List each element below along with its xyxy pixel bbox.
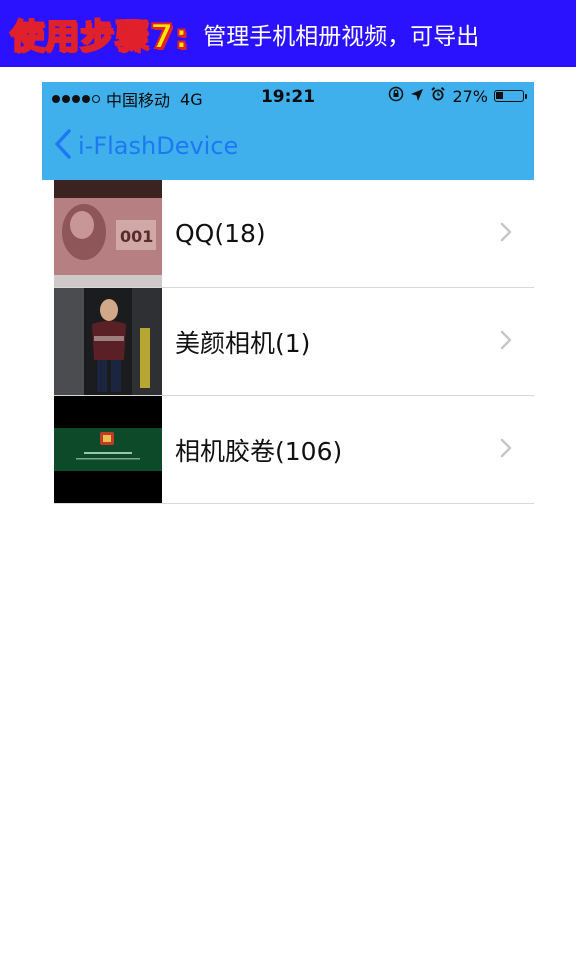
album-title: QQ(18) bbox=[175, 219, 266, 248]
battery-percent: 27% bbox=[452, 86, 488, 106]
album-row-camera-roll[interactable]: 相机胶卷(106) bbox=[54, 396, 534, 504]
album-title: 相机胶卷(106) bbox=[175, 436, 343, 466]
location-arrow-icon bbox=[410, 87, 424, 106]
battery-icon bbox=[494, 90, 527, 102]
status-right: 27% bbox=[388, 86, 527, 106]
album-title: 美颜相机(1) bbox=[175, 328, 311, 358]
banner-description: 管理手机相册视频，可导出 bbox=[203, 23, 480, 50]
album-row-qq[interactable]: 001 QQ(18) bbox=[54, 180, 534, 288]
back-button[interactable]: i-FlashDevice bbox=[54, 129, 238, 163]
album-row-beauty-camera[interactable]: 美颜相机(1) bbox=[54, 288, 534, 396]
svg-text:001: 001 bbox=[120, 227, 153, 246]
album-thumbnail: 001 bbox=[54, 180, 162, 287]
banner-step-title: 使用步骤7: bbox=[9, 16, 190, 58]
navigation-bar: i-FlashDevice bbox=[42, 112, 534, 180]
album-thumbnail bbox=[54, 396, 162, 503]
status-bar: 中国移动 4G 19:21 27% bbox=[42, 82, 534, 112]
tutorial-banner: 使用步骤7: 管理手机相册视频，可导出 bbox=[0, 0, 576, 67]
alarm-icon bbox=[430, 86, 446, 106]
album-thumbnail bbox=[54, 288, 162, 395]
phone-screen: 中国移动 4G 19:21 27% i-FlashDevice 001 QQ(1… bbox=[42, 82, 534, 960]
album-list: 001 QQ(18) 美颜相机(1) 相机胶卷(106) bbox=[54, 180, 534, 504]
back-button-label: i-FlashDevice bbox=[78, 132, 239, 160]
chevron-right-icon bbox=[500, 222, 512, 246]
chevron-right-icon bbox=[500, 438, 512, 462]
chevron-left-icon bbox=[54, 129, 72, 163]
chevron-right-icon bbox=[500, 330, 512, 354]
orientation-lock-icon bbox=[388, 86, 404, 106]
